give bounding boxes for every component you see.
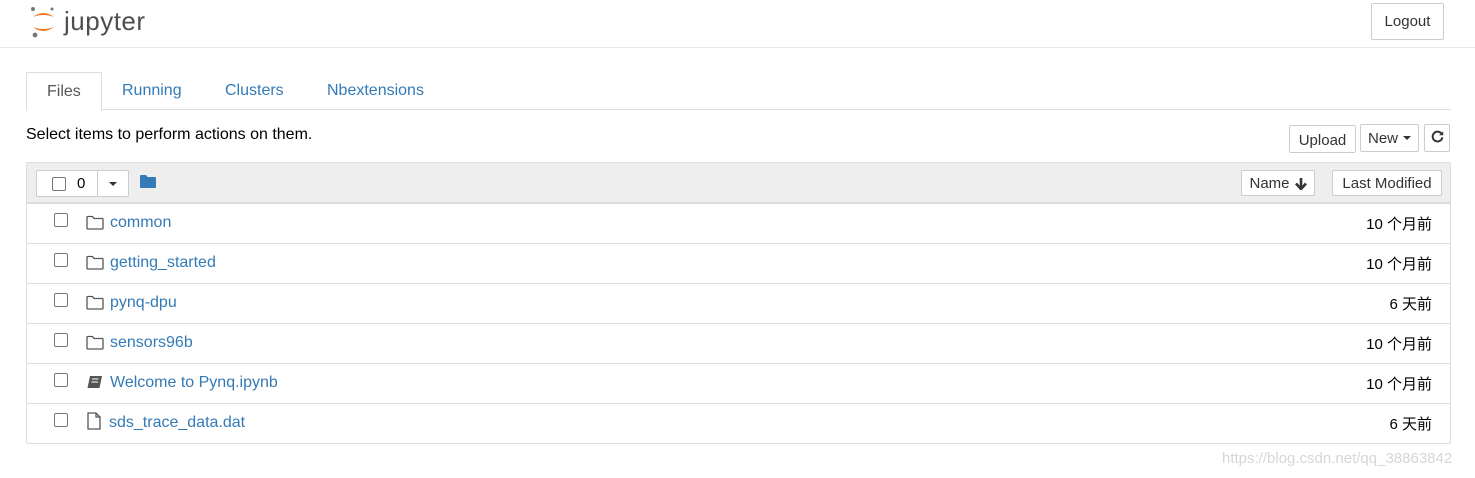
refresh-icon <box>1431 130 1444 147</box>
list-item[interactable]: Welcome to Pynq.ipynb 10 个月前 <box>27 363 1450 403</box>
select-menu-dropdown[interactable] <box>98 171 128 196</box>
item-checkbox[interactable] <box>54 253 68 267</box>
item-name-link[interactable]: getting_started <box>110 254 216 272</box>
select-all-group: 0 <box>36 170 129 197</box>
item-modified: 10 个月前 <box>1366 376 1432 393</box>
tab-running[interactable]: Running <box>102 72 202 110</box>
folder-icon <box>86 215 104 235</box>
list-item[interactable]: getting_started 10 个月前 <box>27 243 1450 283</box>
file-list-panel: 0 Name Last Modified common 10 个月前 getti… <box>26 162 1451 444</box>
tab-clusters[interactable]: Clusters <box>205 72 304 110</box>
select-all-toggle[interactable]: 0 <box>37 171 99 196</box>
item-modified: 10 个月前 <box>1366 216 1432 233</box>
item-checkbox[interactable] <box>54 413 68 427</box>
tab-nbextensions[interactable]: Nbextensions <box>307 72 444 110</box>
jupyter-logo[interactable]: jupyter <box>30 4 146 40</box>
logout-button[interactable]: Logout <box>1371 3 1444 40</box>
file-list-header: 0 Name Last Modified <box>27 163 1450 203</box>
logo-text: jupyter <box>64 5 146 36</box>
arrow-down-icon <box>1294 177 1307 190</box>
folder-icon <box>86 255 104 275</box>
item-name-link[interactable]: common <box>110 214 171 232</box>
item-checkbox[interactable] <box>54 373 68 387</box>
sort-by-name-button[interactable]: Name <box>1241 170 1315 196</box>
item-modified: 6 天前 <box>1389 296 1432 313</box>
selection-hint: Select items to perform actions on them. <box>26 126 313 143</box>
refresh-button[interactable] <box>1424 124 1450 152</box>
folder-icon <box>86 335 104 355</box>
list-item[interactable]: common 10 个月前 <box>27 203 1450 243</box>
item-name-link[interactable]: sensors96b <box>110 334 193 352</box>
caret-down-icon <box>1403 136 1411 140</box>
item-name-link[interactable]: sds_trace_data.dat <box>109 414 245 432</box>
item-name-link[interactable]: Welcome to Pynq.ipynb <box>110 374 278 392</box>
file-icon <box>86 412 102 435</box>
sort-name-label: Name <box>1249 174 1290 192</box>
watermark-text: https://blog.csdn.net/qq_38863842 <box>1222 450 1453 467</box>
tab-bar: Files Running Clusters Nbextensions <box>26 72 1451 111</box>
item-checkbox[interactable] <box>54 293 68 307</box>
new-button-label: New <box>1367 129 1398 147</box>
item-checkbox[interactable] <box>54 213 68 227</box>
list-item[interactable]: pynq-dpu 6 天前 <box>27 283 1450 323</box>
item-checkbox[interactable] <box>54 333 68 347</box>
item-modified: 10 个月前 <box>1366 256 1432 273</box>
upload-button[interactable]: Upload <box>1289 125 1356 153</box>
notebook-icon <box>86 375 104 395</box>
select-all-checkbox[interactable] <box>52 176 66 191</box>
header: jupyter Logout <box>0 0 1475 48</box>
list-item[interactable]: sensors96b 10 个月前 <box>27 323 1450 363</box>
item-modified: 10 个月前 <box>1366 336 1432 353</box>
caret-down-icon <box>109 181 118 186</box>
sort-by-last-modified-button[interactable]: Last Modified <box>1332 170 1442 196</box>
new-dropdown-button[interactable]: New <box>1360 124 1419 152</box>
item-name-link[interactable]: pynq-dpu <box>110 294 177 312</box>
folder-icon <box>86 295 104 315</box>
list-item[interactable]: sds_trace_data.dat 6 天前 <box>27 403 1450 443</box>
tab-files[interactable]: Files <box>26 72 102 111</box>
jupyter-logo-icon <box>30 5 58 39</box>
item-modified: 6 天前 <box>1389 416 1432 433</box>
folder-icon[interactable] <box>140 174 156 193</box>
selected-count: 0 <box>77 175 86 192</box>
